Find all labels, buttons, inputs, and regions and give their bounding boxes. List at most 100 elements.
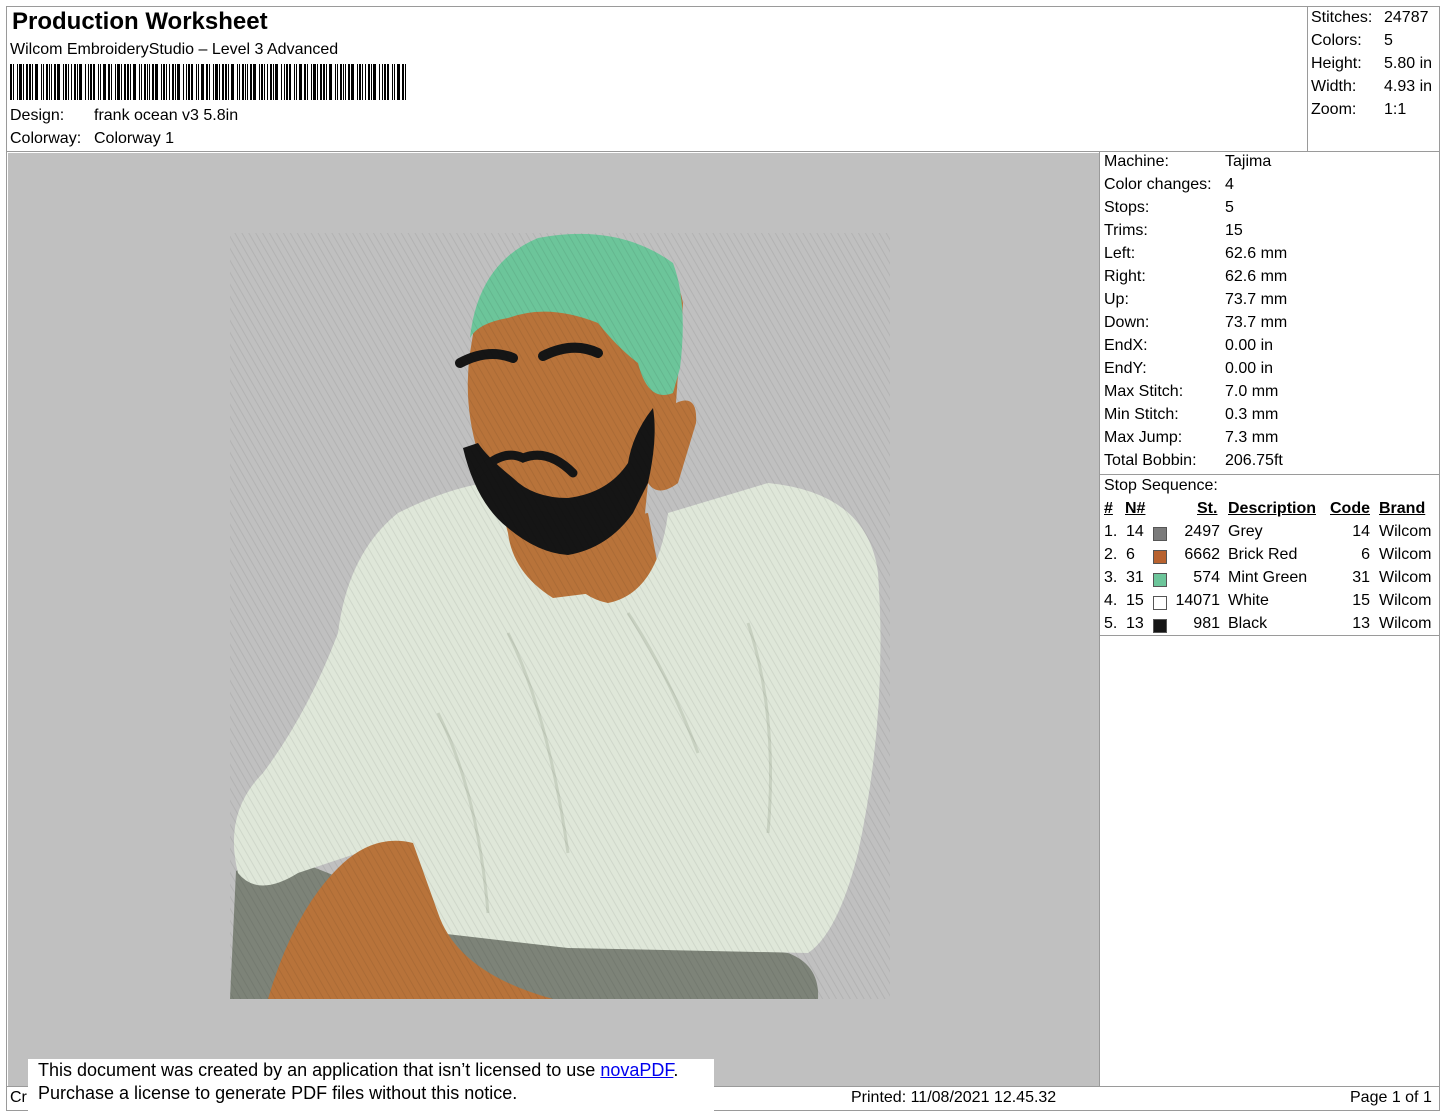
barcode-bar — [23, 64, 24, 100]
barcode-bar — [387, 64, 389, 100]
barcode-bar — [41, 64, 42, 100]
barcode-bar — [17, 64, 18, 100]
summary-label: Height: — [1311, 55, 1362, 72]
barcode-bar — [397, 64, 400, 100]
table-row: 1. 14 2497 Grey 14 Wilcom — [1100, 523, 1440, 546]
cell-stitches: 574 — [1193, 569, 1220, 586]
barcode-bar — [402, 64, 404, 100]
barcode-bar — [117, 64, 120, 100]
barcode-bar — [127, 64, 129, 100]
barcode-bar — [357, 64, 358, 100]
embroidery-illustration — [230, 233, 890, 999]
cell-needle: 14 — [1126, 523, 1144, 540]
barcode-bar — [186, 64, 187, 100]
info-value: 5 — [1225, 199, 1234, 216]
barcode-bar — [245, 64, 246, 100]
barcode-bar — [85, 64, 86, 100]
cell-description: White — [1228, 592, 1269, 609]
column-header-brand: Brand — [1379, 500, 1426, 517]
barcode-bar — [166, 64, 167, 100]
barcode-bar — [191, 64, 193, 100]
info-label: Down: — [1104, 314, 1150, 331]
barcode-bar — [329, 64, 332, 100]
column-header-needle: N# — [1125, 500, 1146, 517]
barcode-bar — [29, 64, 31, 100]
barcode-bar — [10, 64, 12, 100]
barcode-bar — [222, 64, 224, 100]
info-label: EndX: — [1104, 337, 1148, 354]
barcode-bar — [115, 64, 116, 100]
design-name: frank ocean v3 5.8in — [94, 107, 239, 124]
barcode-bar — [335, 64, 336, 100]
barcode-bar — [264, 64, 265, 100]
cell-code: 14 — [1352, 523, 1370, 540]
barcode-bar — [183, 64, 184, 100]
table-row: 4. 15 14071 White 15 Wilcom — [1100, 592, 1440, 615]
info-label: Total Bobbin: — [1104, 452, 1197, 469]
novapdf-link[interactable]: novaPDF — [600, 1060, 673, 1080]
summary-label: Colors: — [1311, 32, 1362, 49]
cell-code: 6 — [1361, 546, 1370, 563]
barcode-bar — [340, 64, 342, 100]
barcode-bar — [320, 64, 322, 100]
color-swatch — [1153, 596, 1167, 610]
cell-num: 2. — [1104, 546, 1118, 563]
barcode-bar — [175, 64, 176, 100]
barcode-bar — [108, 64, 110, 100]
summary-value: 24787 — [1384, 9, 1429, 26]
barcode-bar — [26, 64, 28, 100]
worksheet-title: Production Worksheet — [12, 8, 268, 35]
barcode-bar — [88, 64, 89, 100]
info-label: Max Stitch: — [1104, 383, 1184, 400]
barcode-bar — [228, 64, 229, 100]
barcode-bar — [261, 64, 263, 100]
barcode-bar — [133, 64, 136, 100]
barcode-bar — [103, 64, 106, 100]
barcode-bar — [284, 64, 285, 100]
barcode-bar — [345, 64, 346, 100]
software-name: Wilcom EmbroideryStudio – Level 3 Advanc… — [10, 41, 339, 58]
color-swatch — [1153, 619, 1167, 633]
info-label: Max Jump: — [1104, 429, 1183, 446]
info-value: 4 — [1225, 176, 1234, 193]
cell-brand: Wilcom — [1379, 592, 1432, 609]
barcode-bar — [149, 64, 150, 100]
barcode-bar — [359, 64, 361, 100]
barcode-bar — [77, 64, 78, 100]
barcode-bar — [379, 64, 380, 100]
footer-created-text: Cr — [10, 1089, 27, 1106]
notice-period: . — [673, 1060, 679, 1080]
barcode-bar — [215, 64, 218, 100]
color-swatch — [1153, 527, 1167, 541]
info-label: Min Stitch: — [1104, 406, 1179, 423]
cell-brand: Wilcom — [1379, 546, 1432, 563]
table-row: 3. 31 574 Mint Green 31 Wilcom — [1100, 569, 1440, 592]
barcode-bar — [323, 64, 325, 100]
barcode-bar — [19, 64, 22, 100]
barcode-bar — [54, 64, 56, 100]
barcode-bar — [368, 64, 370, 100]
barcode-bar — [35, 64, 38, 100]
info-value: 0.00 in — [1225, 360, 1274, 377]
barcode-bar — [362, 64, 363, 100]
barcode-bar — [317, 64, 318, 100]
info-label: Left: — [1104, 245, 1136, 262]
barcode-bar — [68, 64, 69, 100]
barcode-bar — [130, 64, 131, 100]
cell-needle: 6 — [1126, 546, 1135, 563]
barcode-bar — [201, 64, 204, 100]
barcode-bar — [98, 64, 99, 100]
info-value: 206.75ft — [1225, 452, 1283, 469]
barcode-bar — [51, 64, 52, 100]
cell-description: Grey — [1228, 523, 1263, 540]
info-value: 73.7 mm — [1225, 291, 1288, 308]
info-value: 15 — [1225, 222, 1243, 239]
cell-brand: Wilcom — [1379, 569, 1432, 586]
barcode-bar — [49, 64, 50, 100]
cell-code: 31 — [1352, 569, 1370, 586]
barcode-bar — [169, 64, 170, 100]
summary-label: Width: — [1311, 78, 1357, 95]
summary-label: Zoom: — [1311, 101, 1357, 118]
barcode-bar — [198, 64, 199, 100]
barcode-bar — [163, 64, 165, 100]
